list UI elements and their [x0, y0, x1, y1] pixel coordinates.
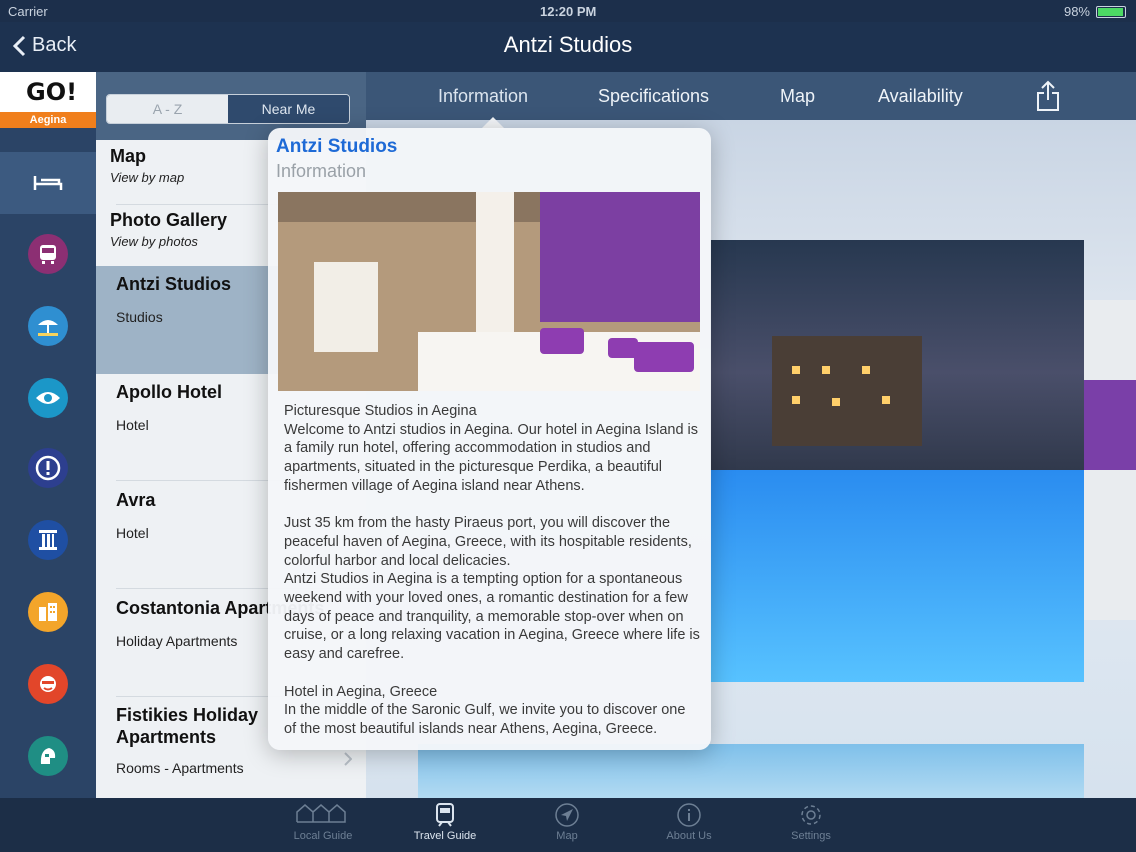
- bus-icon[interactable]: [28, 234, 68, 274]
- rail-item-accommodation[interactable]: [0, 152, 96, 214]
- list-item-subtitle: Rooms - Apartments: [116, 760, 244, 776]
- battery-icon: [1096, 5, 1126, 18]
- battery-percent: 98%: [1063, 4, 1090, 19]
- popover-title: Antzi Studios: [276, 136, 398, 157]
- popover-description: Picturesque Studios in Aegina Welcome to…: [284, 403, 700, 737]
- info-icon: [644, 802, 734, 830]
- buildings-icon[interactable]: [28, 592, 68, 632]
- room-photo: [278, 192, 700, 391]
- bed-icon: [33, 176, 63, 190]
- bottom-tab-bar: Local Guide Travel Guide Map About Us Se…: [0, 798, 1136, 852]
- status-bar: Carrier 12:20 PM 98%: [0, 0, 1136, 22]
- column-icon[interactable]: [28, 520, 68, 560]
- navigation-icon: [522, 802, 612, 830]
- tab-label: About Us: [666, 830, 712, 842]
- helmet-icon[interactable]: [28, 736, 68, 776]
- sort-segmented-control[interactable]: A - Z Near Me: [106, 94, 350, 124]
- tab-settings[interactable]: Settings: [766, 802, 856, 842]
- information-popover: Antzi Studios Information Picturesque St…: [268, 128, 711, 750]
- hotel-pool-photo: [710, 240, 1084, 682]
- alert-icon[interactable]: [28, 448, 68, 488]
- pool-photo-bottom: [418, 744, 1084, 798]
- train-icon: [400, 802, 490, 830]
- app-logo: GO! Aegina: [0, 72, 96, 128]
- segment-a-z[interactable]: A - Z: [107, 95, 228, 123]
- tab-map-bottom[interactable]: Map: [522, 802, 612, 842]
- room-photo-peek: [1084, 300, 1136, 620]
- tab-map[interactable]: Map: [780, 86, 815, 107]
- list-item-title: Fistikies Holiday Apartments: [116, 705, 259, 747]
- houses-icon: [278, 802, 368, 830]
- logo-tag: Aegina: [0, 112, 96, 128]
- tab-information[interactable]: Information: [438, 86, 528, 107]
- share-icon[interactable]: [1036, 80, 1060, 112]
- tab-specifications[interactable]: Specifications: [598, 86, 709, 107]
- tab-label: Local Guide: [293, 830, 353, 842]
- battery-indicator: 98%: [1064, 4, 1126, 19]
- tab-availability[interactable]: Availability: [878, 86, 963, 107]
- tab-about-us[interactable]: About Us: [644, 802, 734, 842]
- logo-text: GO!: [26, 78, 78, 106]
- popover-subtitle: Information: [276, 161, 367, 181]
- chevron-right-icon: [344, 752, 352, 766]
- tab-label: Map: [556, 830, 578, 842]
- detail-tabs: Information Specifications Map Availabil…: [366, 72, 1136, 120]
- segment-near-me[interactable]: Near Me: [228, 95, 349, 123]
- navigation-bar: Back Antzi Studios: [0, 22, 1136, 72]
- tab-label: Travel Guide: [413, 830, 477, 842]
- person-icon[interactable]: [28, 664, 68, 704]
- carrier-label: Carrier: [8, 4, 48, 19]
- eye-icon[interactable]: [28, 378, 68, 418]
- tab-travel-guide[interactable]: Travel Guide: [400, 802, 490, 842]
- gear-icon: [766, 802, 856, 830]
- page-title: Antzi Studios: [503, 32, 633, 57]
- category-rail: GO! Aegina: [0, 72, 96, 798]
- tab-label: Settings: [791, 830, 831, 842]
- beach-icon[interactable]: [28, 306, 68, 346]
- clock: 12:20 PM: [540, 4, 597, 19]
- tab-local-guide[interactable]: Local Guide: [278, 802, 368, 842]
